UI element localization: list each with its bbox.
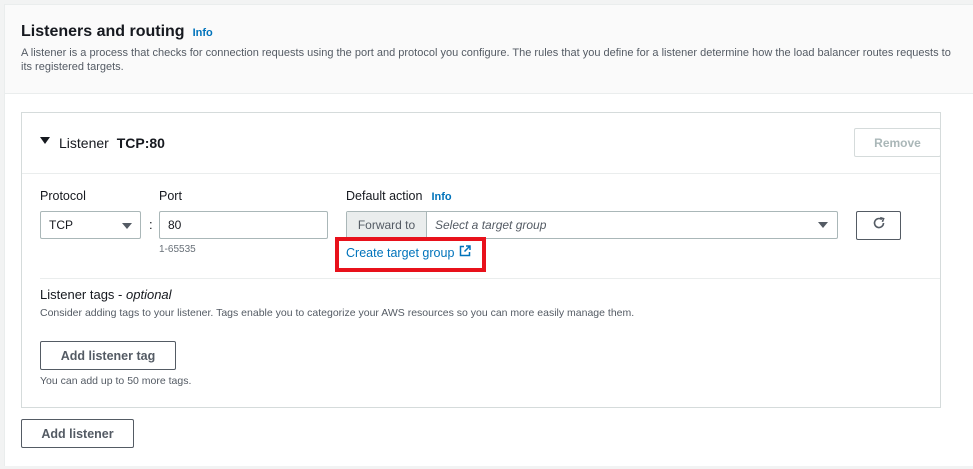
listener-container: Listener TCP:80 Remove Protocol TCP : Po…: [21, 112, 941, 408]
port-label: Port: [159, 189, 182, 203]
refresh-icon: [871, 215, 887, 236]
listener-tags-description: Consider adding tags to your listener. T…: [40, 307, 635, 319]
listener-title: Listener TCP:80: [59, 135, 165, 151]
listener-header: Listener TCP:80 Remove: [22, 113, 941, 174]
default-action-label-row: Default action Info: [346, 189, 452, 203]
refresh-button[interactable]: [856, 211, 901, 240]
listener-tags-optional: optional: [126, 287, 172, 302]
protocol-port-separator: :: [149, 217, 153, 232]
listener-tags-title-text: Listener tags -: [40, 287, 126, 302]
protocol-select-value: TCP: [49, 218, 73, 232]
target-group-select[interactable]: Select a target group: [427, 212, 837, 238]
chevron-down-icon: [818, 222, 828, 228]
tag-limit-text: You can add up to 50 more tags.: [40, 375, 192, 387]
section-divider: [40, 278, 940, 279]
create-target-group-link[interactable]: Create target group: [346, 245, 472, 260]
panel-description: A listener is a process that checks for …: [21, 47, 951, 73]
target-group-placeholder: Select a target group: [435, 218, 547, 232]
listeners-routing-panel: Listeners and routing Info A listener is…: [4, 4, 973, 466]
add-listener-button[interactable]: Add listener: [21, 419, 134, 448]
default-action-label: Default action: [346, 189, 423, 203]
panel-title: Listeners and routing: [21, 23, 185, 40]
listener-tags-title: Listener tags - optional: [40, 287, 172, 302]
remove-listener-button[interactable]: Remove: [854, 128, 941, 157]
create-target-group-text: Create target group: [346, 245, 455, 260]
panel-info-link[interactable]: Info: [193, 27, 213, 39]
chevron-down-icon: [122, 223, 132, 229]
panel-title-row: Listeners and routing Info: [21, 23, 213, 41]
default-action-info-link[interactable]: Info: [431, 191, 451, 203]
port-input-value: 80: [168, 218, 182, 232]
protocol-select[interactable]: TCP: [40, 211, 141, 239]
forward-to-prefix: Forward to: [347, 212, 427, 238]
caret-down-icon[interactable]: [40, 137, 50, 144]
external-link-icon: [459, 245, 472, 260]
listener-title-prefix: Listener: [59, 135, 109, 151]
panel-header: Listeners and routing Info A listener is…: [5, 5, 973, 94]
port-input[interactable]: 80: [159, 211, 328, 239]
protocol-label: Protocol: [40, 189, 86, 203]
listener-title-name: TCP:80: [116, 135, 165, 151]
port-hint: 1-65535: [159, 244, 196, 255]
default-action-field: Forward to Select a target group: [346, 211, 838, 239]
add-listener-tag-button[interactable]: Add listener tag: [40, 341, 176, 370]
